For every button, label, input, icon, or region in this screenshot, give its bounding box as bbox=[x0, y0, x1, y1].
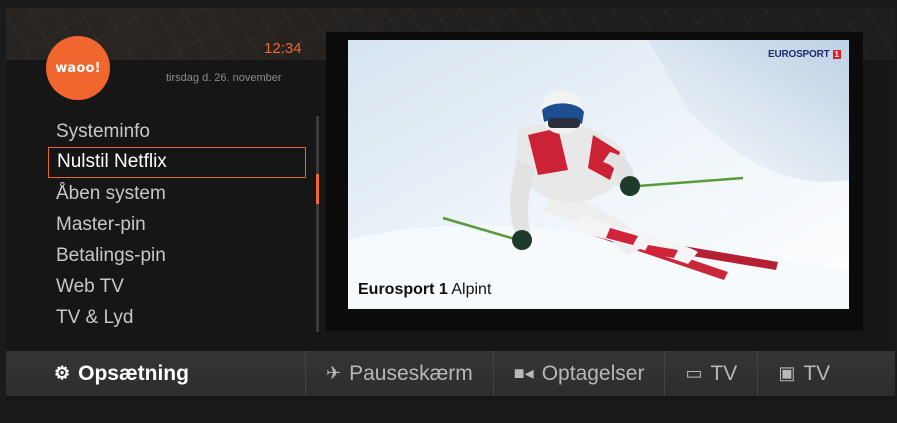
nav-item-tv-2[interactable]: ▣ TV bbox=[758, 351, 850, 396]
logo-text: waoo! bbox=[55, 60, 101, 76]
nav-item-tv[interactable]: ▭ TV bbox=[665, 351, 759, 396]
screensaver-icon: ✈ bbox=[326, 363, 342, 383]
caption-program: Alpint bbox=[451, 281, 492, 298]
live-tv-preview[interactable]: EUROSPORT 1 Eurosport 1 Alpint bbox=[348, 40, 849, 309]
nav-item-optagelser[interactable]: ■◂ Optagelser bbox=[494, 351, 666, 396]
menu-item-tv-lyd[interactable]: TV & Lyd bbox=[48, 302, 306, 333]
skier-image bbox=[348, 40, 849, 309]
menu-item-web-tv[interactable]: Web TV bbox=[48, 271, 306, 302]
camera-icon: ■◂ bbox=[513, 363, 534, 383]
nav-item-label: TV bbox=[710, 361, 738, 385]
clock: 12:34 bbox=[264, 40, 302, 57]
nav-item-label: Opsætning bbox=[78, 361, 189, 385]
nav-item-label: TV bbox=[803, 361, 831, 385]
menu-item-nulstil-netflix[interactable]: Nulstil Netflix bbox=[48, 147, 306, 178]
menu-item-betalings-pin[interactable]: Betalings-pin bbox=[48, 240, 306, 271]
menu-scrollbar[interactable] bbox=[316, 116, 319, 332]
caption-channel: Eurosport 1 bbox=[358, 281, 448, 298]
menu-item-aben-system[interactable]: Åben system bbox=[48, 178, 306, 209]
tv-screen-icon: ▣ bbox=[778, 363, 796, 383]
menu-scrollbar-thumb[interactable] bbox=[316, 174, 319, 204]
channel-logo: EUROSPORT 1 bbox=[768, 49, 841, 60]
settings-menu: Systeminfo Nulstil Netflix Åben system M… bbox=[48, 116, 306, 333]
waoo-logo: waoo! bbox=[46, 36, 110, 100]
bottom-navbar: ⚙ Opsætning ✈ Pauseskærm ■◂ Optagelser ▭… bbox=[6, 351, 895, 396]
channel-logo-number: 1 bbox=[832, 50, 841, 59]
nav-item-pauseskaerm[interactable]: ✈ Pauseskærm bbox=[306, 351, 494, 396]
menu-item-systeminfo[interactable]: Systeminfo bbox=[48, 116, 306, 147]
nav-item-opsaetning[interactable]: ⚙ Opsætning bbox=[6, 351, 306, 396]
nav-item-label: Optagelser bbox=[541, 361, 645, 385]
menu-item-master-pin[interactable]: Master-pin bbox=[48, 209, 306, 240]
date-label: tirsdag d. 26. november bbox=[166, 72, 282, 84]
preview-caption: Eurosport 1 Alpint bbox=[358, 281, 491, 299]
gears-icon: ⚙ bbox=[54, 363, 71, 383]
nav-item-label: Pauseskærm bbox=[349, 361, 473, 385]
channel-logo-name: EUROSPORT bbox=[768, 49, 830, 60]
monitor-icon: ▭ bbox=[685, 363, 703, 383]
tv-screen: waoo! 12:34 tirsdag d. 26. november Syst… bbox=[6, 8, 895, 400]
